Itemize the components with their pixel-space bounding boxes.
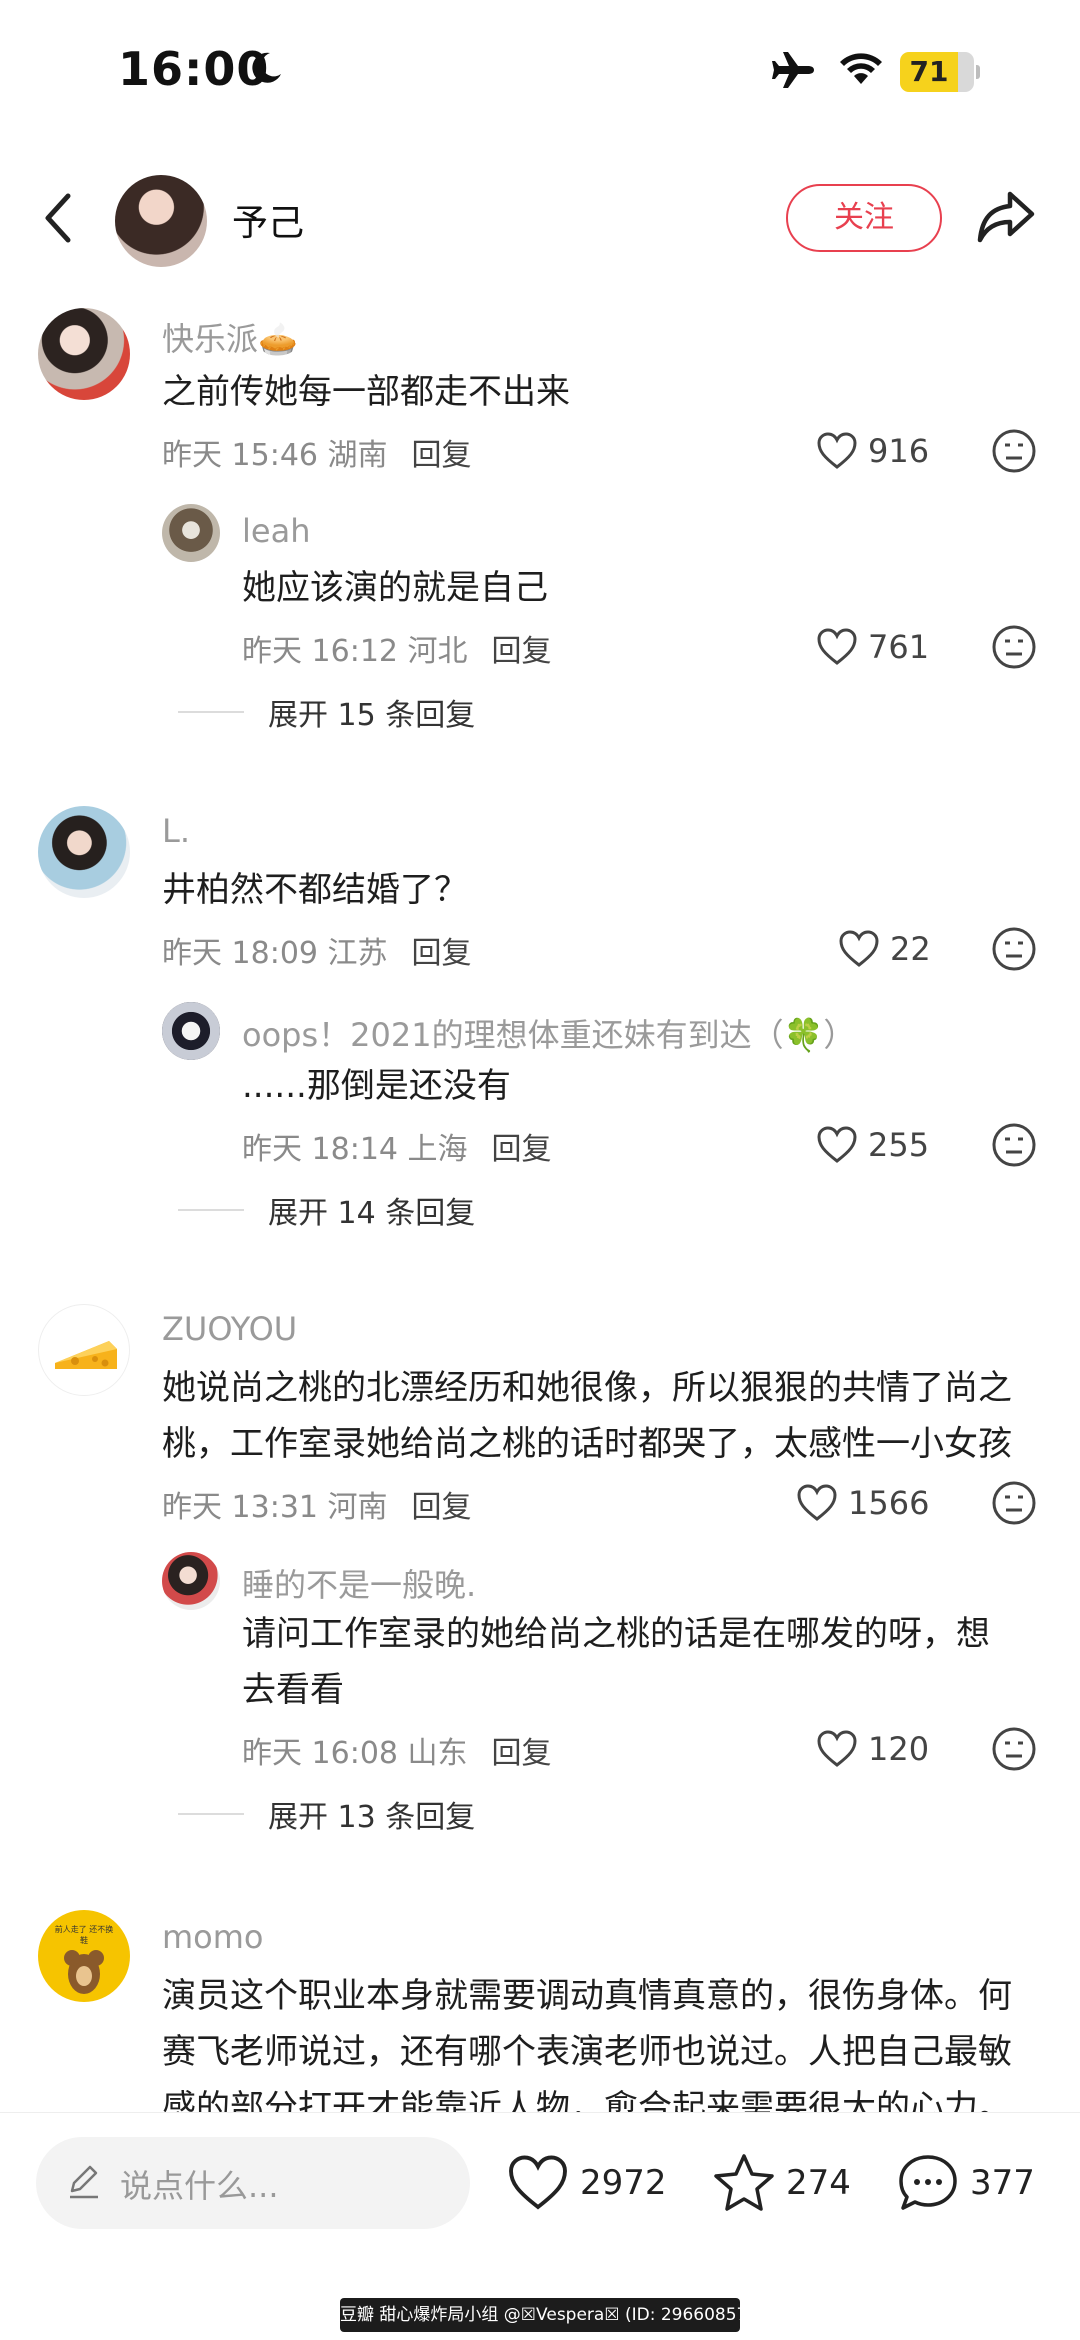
star-icon	[714, 2154, 774, 2211]
comment-nick[interactable]: 快乐派🥧	[162, 314, 298, 360]
reply-avatar[interactable]	[162, 1552, 220, 1610]
like-post-button[interactable]: 2972	[506, 2151, 667, 2215]
cheese-icon	[55, 1341, 117, 1369]
avatar[interactable]	[38, 308, 130, 400]
watermark: 豆瓣 甜心爆炸局小组 @☒Vespera☒ (ID: 296608571)	[340, 2298, 740, 2332]
reply-button[interactable]: 回复	[412, 936, 472, 971]
header: 予己 关注	[0, 160, 1080, 280]
reply-nick[interactable]: oops！2021的理想体重还妹有到达（🍀）	[242, 1010, 855, 1056]
dislike-face-icon[interactable]	[991, 624, 1037, 670]
battery-indicator: 71	[900, 52, 980, 92]
status-time: 16:00	[118, 42, 270, 96]
author-name[interactable]: 予己	[232, 194, 304, 246]
like-count: 120	[868, 1730, 930, 1768]
like-button[interactable]: 1566	[796, 1478, 929, 1528]
comment-total: 377	[970, 2163, 1035, 2203]
favorite-total: 274	[786, 2163, 851, 2203]
comment-nick[interactable]: momo	[162, 1918, 264, 1956]
pencil-icon	[70, 2165, 98, 2199]
author-avatar[interactable]	[115, 175, 207, 267]
expand-replies[interactable]: 展开 14 条回复	[178, 1190, 475, 1231]
like-button[interactable]: 916	[816, 426, 929, 476]
comment-text: 井柏然不都结婚了？	[162, 870, 468, 910]
reply-meta: 昨天 16:08 山东 回复	[242, 1736, 552, 1771]
input-placeholder: 说点什么...	[120, 2167, 279, 2205]
dislike-face-icon[interactable]	[991, 1122, 1037, 1168]
like-count: 1566	[848, 1484, 930, 1522]
like-count: 916	[868, 432, 930, 470]
like-button[interactable]: 255	[816, 1120, 929, 1170]
reply-button[interactable]: 回复	[492, 1132, 552, 1167]
expand-replies[interactable]: 展开 13 条回复	[178, 1794, 475, 1835]
comment-meta: 昨天 18:09 江苏 回复	[162, 936, 472, 971]
comment-input[interactable]: 说点什么...	[36, 2137, 470, 2229]
reply-text: ......那倒是还没有	[242, 1066, 511, 1106]
heart-icon	[817, 628, 857, 665]
comment-nick[interactable]: L.	[162, 812, 190, 850]
reply-button[interactable]: 回复	[412, 438, 472, 473]
airplane-icon	[772, 52, 814, 88]
avatar[interactable]	[38, 806, 130, 898]
reply-button[interactable]: 回复	[492, 1736, 552, 1771]
reply-meta: 昨天 18:14 上海 回复	[242, 1132, 552, 1167]
expand-replies[interactable]: 展开 15 条回复	[178, 692, 475, 733]
dislike-face-icon[interactable]	[991, 1480, 1037, 1526]
back-arrow-icon[interactable]	[40, 190, 76, 246]
reply-avatar[interactable]	[162, 504, 220, 562]
comments-button[interactable]: 377	[896, 2151, 1035, 2215]
like-count: 255	[868, 1126, 930, 1164]
moon-icon	[252, 52, 281, 83]
reply-text: 她应该演的就是自己	[242, 568, 548, 608]
like-button[interactable]: 22	[838, 924, 931, 974]
avatar[interactable]: 前人走了 还不换鞋	[38, 1910, 130, 2002]
comment-meta: 昨天 13:31 河南 回复	[162, 1490, 472, 1525]
like-total: 2972	[580, 2163, 667, 2203]
heart-icon	[509, 2155, 567, 2210]
reply-nick[interactable]: 睡的不是一般晚.	[242, 1560, 476, 1606]
like-button[interactable]: 120	[816, 1724, 929, 1774]
comment-text: 之前传她每一部都走不出来	[162, 372, 570, 412]
like-count: 761	[868, 628, 930, 666]
reply-button[interactable]: 回复	[412, 1490, 472, 1525]
comment-thread: 前人走了 还不换鞋 momo 演员这个职业本身就需要调动真情真意的，很伤身体。何…	[0, 1906, 1080, 2112]
dislike-face-icon[interactable]	[991, 1726, 1037, 1772]
reply-meta: 昨天 16:12 河北 回复	[242, 634, 552, 669]
avatar-caption: 前人走了 还不换鞋	[54, 1925, 114, 1945]
dislike-face-icon[interactable]	[991, 428, 1037, 474]
avatar[interactable]	[38, 1304, 130, 1396]
heart-icon	[817, 1126, 857, 1163]
like-count: 22	[890, 930, 931, 968]
dislike-face-icon[interactable]	[991, 926, 1037, 972]
heart-icon	[839, 930, 879, 967]
favorite-button[interactable]: 274	[712, 2151, 851, 2215]
like-button[interactable]: 761	[816, 622, 929, 672]
battery-level: 71	[909, 55, 949, 88]
share-icon[interactable]	[976, 188, 1036, 244]
heart-icon	[817, 1730, 857, 1767]
wifi-icon	[840, 53, 882, 84]
reply-avatar[interactable]	[162, 1002, 220, 1060]
comment-text: 演员这个职业本身就需要调动真情真意的，很伤身体。何 赛飞老师说过，还有哪个表演老…	[162, 1976, 1012, 2112]
comment-meta: 昨天 15:46 湖南 回复	[162, 438, 472, 473]
bottom-bar: 说点什么... 2972 274 377	[0, 2112, 1080, 2272]
reply-nick[interactable]: leah	[242, 512, 310, 550]
follow-button[interactable]: 关注	[786, 184, 942, 252]
chat-bubble-icon	[899, 2155, 957, 2210]
heart-icon	[797, 1484, 837, 1521]
status-bar: 16:00 71	[0, 0, 1080, 150]
comment-nick[interactable]: ZUOYOU	[162, 1310, 297, 1348]
heart-icon	[817, 432, 857, 469]
comment-text: 她说尚之桃的北漂经历和她很像，所以狠狠的共情了尚之 桃，工作室录她给尚之桃的话时…	[162, 1368, 1012, 1464]
reply-button[interactable]: 回复	[492, 634, 552, 669]
reply-text: 请问工作室录的她给尚之桃的话是在哪发的呀，想 去看看	[242, 1614, 990, 1710]
